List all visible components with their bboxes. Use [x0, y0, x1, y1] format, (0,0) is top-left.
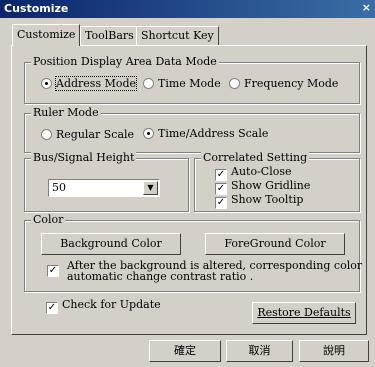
- frequency-mode-radio[interactable]: Frequency Mode: [229, 77, 338, 90]
- radio-unselected-icon: [41, 129, 52, 140]
- time-address-scale-radio[interactable]: Time/Address Scale: [143, 127, 268, 140]
- restore-defaults-button[interactable]: Restore Defaults: [252, 302, 356, 324]
- color-legend: Color: [31, 213, 66, 226]
- position-mode-legend: Position Display Area Data Mode: [31, 55, 219, 68]
- ruler-mode-legend: Ruler Mode: [31, 106, 101, 119]
- bus-height-group: Bus/Signal Height 50 ▼: [24, 151, 189, 212]
- check-icon: ✓: [46, 302, 58, 314]
- position-mode-group: Position Display Area Data Mode Address …: [24, 55, 360, 104]
- check-icon: ✓: [215, 197, 227, 209]
- bus-height-value: 50: [52, 181, 66, 194]
- show-gridline-label: Show Gridline: [231, 179, 311, 192]
- customize-panel: Position Display Area Data Mode Address …: [11, 45, 367, 335]
- check-update-label: Check for Update: [62, 298, 161, 311]
- time-mode-label: Time Mode: [158, 77, 221, 90]
- background-color-button[interactable]: Background Color: [41, 233, 181, 255]
- ok-button[interactable]: 確定: [149, 340, 221, 362]
- correlated-setting-legend: Correlated Setting: [201, 151, 310, 164]
- auto-close-label: Auto-Close: [231, 165, 292, 178]
- time-address-scale-label: Time/Address Scale: [158, 127, 269, 140]
- correlated-setting-group: Correlated Setting ✓ Auto-Close ✓ Show Gri…: [194, 151, 360, 212]
- auto-contrast-line-2: automatic change contrast ratio .: [67, 270, 254, 283]
- check-update-checkbox[interactable]: ✓ Check for Update: [46, 298, 161, 314]
- auto-contrast-checkbox[interactable]: ✓: [47, 261, 63, 277]
- bus-height-select[interactable]: 50 ▼: [48, 179, 160, 197]
- show-tooltip-label: Show Tooltip: [231, 193, 304, 206]
- bus-height-legend: Bus/Signal Height: [31, 151, 137, 164]
- radio-unselected-icon: [143, 78, 154, 89]
- radio-selected-icon: [143, 128, 154, 139]
- ruler-mode-group: Ruler Mode Regular Scale Time/Address Sc…: [24, 106, 360, 153]
- frequency-mode-label: Frequency Mode: [244, 77, 339, 90]
- window-title: Customize: [4, 2, 69, 15]
- regular-scale-radio[interactable]: Regular Scale: [41, 128, 134, 141]
- chevron-down-icon[interactable]: ▼: [143, 181, 158, 195]
- time-mode-radio[interactable]: Time Mode: [143, 77, 221, 90]
- help-button[interactable]: 說明: [299, 340, 369, 362]
- tab-customize[interactable]: Customize: [12, 24, 81, 46]
- close-icon[interactable]: ×: [362, 1, 371, 14]
- tab-toolbars[interactable]: ToolBars: [80, 26, 139, 45]
- regular-scale-label: Regular Scale: [56, 128, 135, 141]
- tab-shortcut-key[interactable]: Shortcut Key: [136, 26, 219, 45]
- title-bar: Customize ×: [0, 0, 375, 18]
- show-tooltip-checkbox[interactable]: ✓ Show Tooltip: [215, 193, 303, 209]
- foreground-color-button[interactable]: ForeGround Color: [205, 233, 345, 255]
- auto-contrast-text: After the background is altered, corresp…: [67, 260, 362, 282]
- cancel-button[interactable]: 取消: [226, 340, 293, 362]
- color-group: Color Background Color ForeGround Color …: [24, 213, 362, 292]
- check-icon: ✓: [47, 265, 59, 277]
- radio-unselected-icon: [229, 78, 240, 89]
- address-mode-label: Address Mode: [54, 76, 138, 91]
- radio-selected-icon: [41, 78, 52, 89]
- address-mode-radio[interactable]: Address Mode: [41, 76, 138, 91]
